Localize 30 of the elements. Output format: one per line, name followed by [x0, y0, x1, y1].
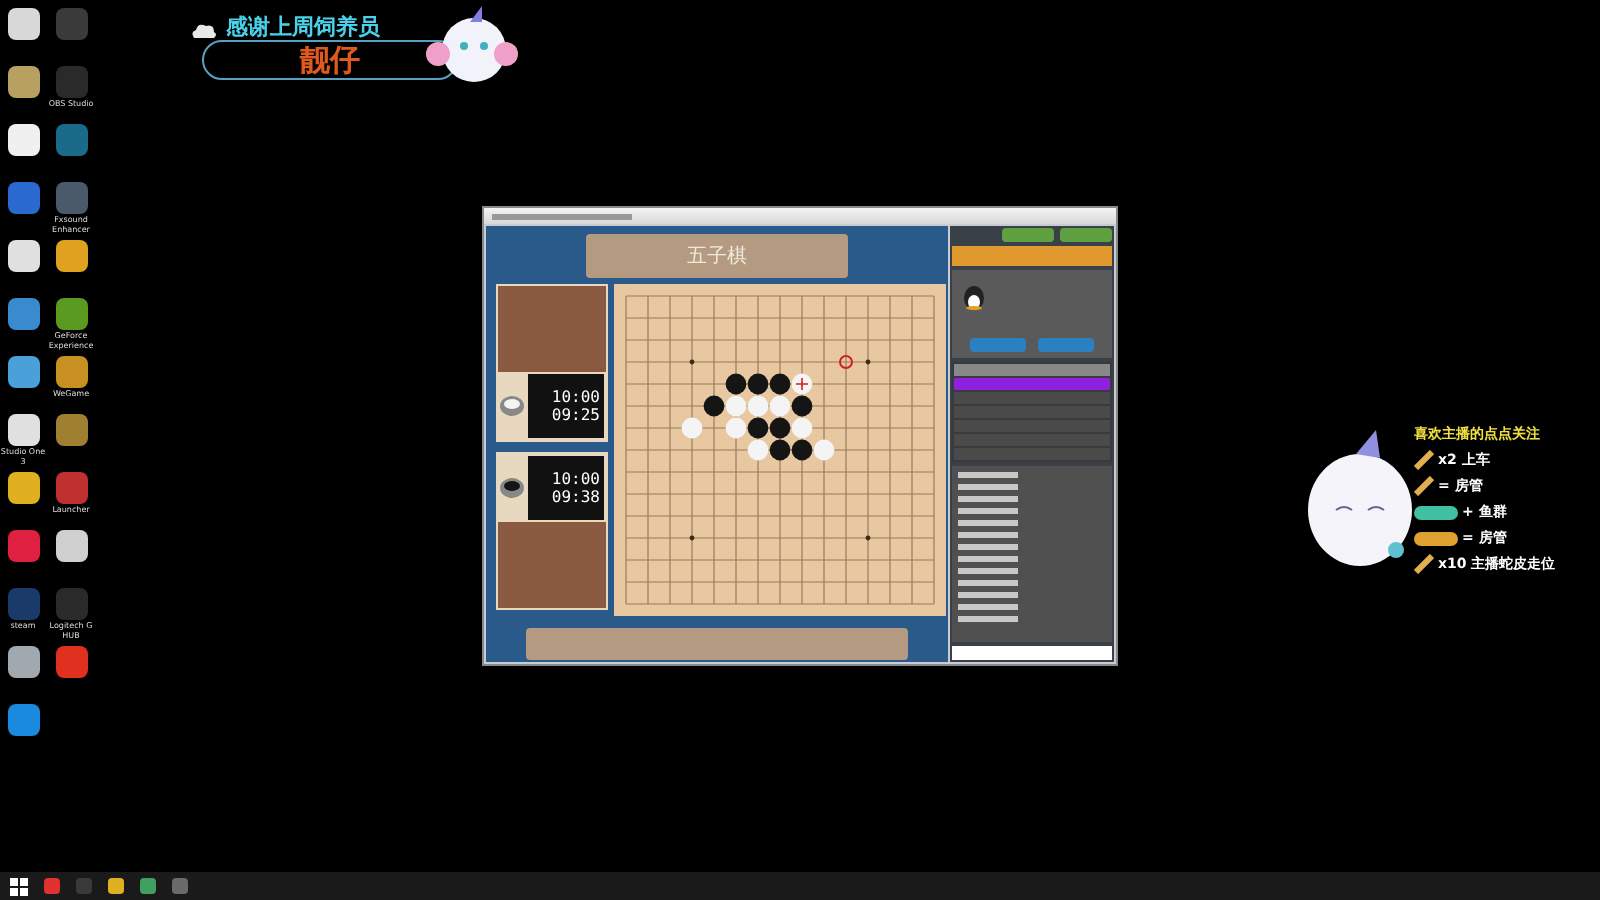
start-icon[interactable] [10, 877, 28, 895]
app-icon[interactable] [7, 66, 39, 98]
remaining-time: 09:25 [551, 406, 600, 424]
banner-heading: 感谢上周饲养员 [226, 12, 380, 42]
avatar-placeholder [498, 286, 606, 372]
app-icon[interactable] [55, 356, 87, 388]
penguin-avatar-icon [964, 286, 984, 310]
avatar-placeholder [498, 522, 606, 608]
app-icon[interactable] [7, 124, 39, 156]
remaining-time: 09:38 [551, 488, 600, 506]
app-icon[interactable] [7, 646, 39, 678]
chat-input[interactable] [952, 646, 1112, 660]
gomoku-board[interactable] [614, 284, 946, 616]
app-icon[interactable] [55, 298, 87, 330]
cloud-icon [190, 22, 218, 38]
app-icon[interactable] [55, 530, 87, 562]
cat-mascot-drawing [422, 6, 518, 86]
total-time: 10:00 [551, 388, 600, 406]
cat-mascot-drawing [1304, 429, 1414, 569]
total-time: 10:00 [551, 470, 600, 488]
title-text-bar [492, 213, 632, 219]
gift-icon [1414, 554, 1434, 574]
app-icon[interactable] [7, 356, 39, 388]
app-icon[interactable] [7, 8, 39, 40]
app-icon[interactable] [7, 472, 39, 504]
app-icon[interactable] [7, 414, 39, 446]
supporter-name: 靓仔 [300, 41, 360, 79]
game-title: 五子棋 [687, 243, 747, 270]
app-icon[interactable] [7, 240, 39, 272]
app-icon[interactable] [55, 240, 87, 272]
